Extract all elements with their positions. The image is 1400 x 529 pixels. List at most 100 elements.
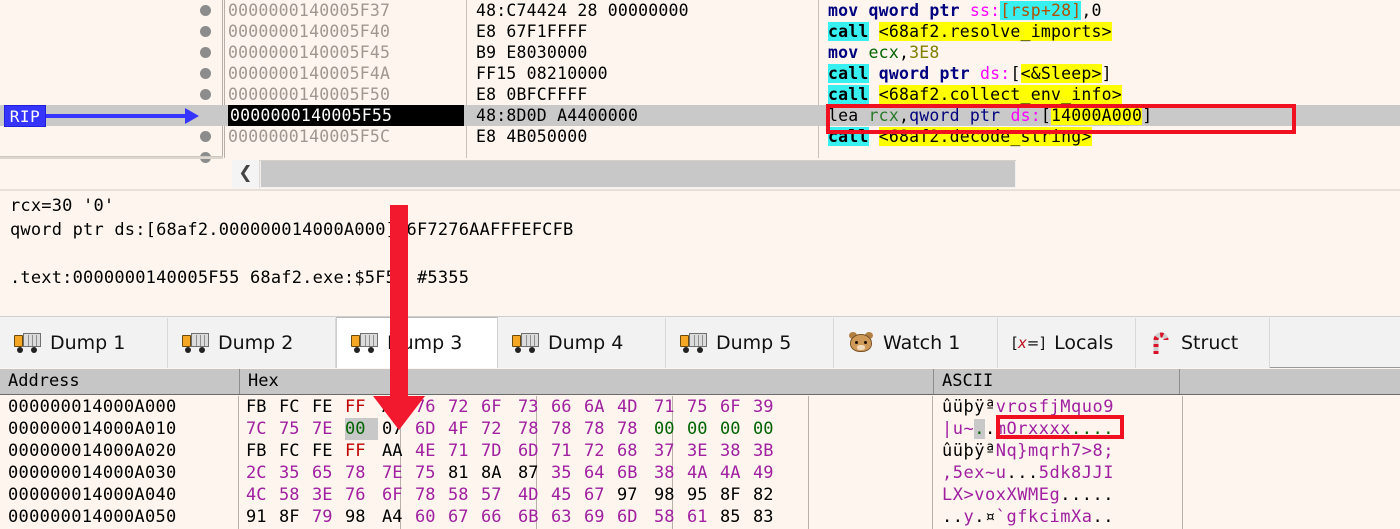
hex-byte[interactable]: 82: [753, 484, 786, 506]
hex-byte[interactable]: 00: [654, 418, 687, 440]
hex-byte[interactable]: 60: [415, 506, 448, 528]
dump-row[interactable]: 000000014000A030 2C 35 65 78 7E 75 81 8A 87 35 64 6B…: [0, 462, 1400, 484]
hex-byte[interactable]: 78: [518, 418, 551, 440]
dump-row[interactable]: 000000014000A020 FB FC FE FF AA 4E 71 7D 6D 71 72 68…: [0, 440, 1400, 462]
hex-byte[interactable]: 00: [753, 418, 786, 440]
tab-dump-4[interactable]: Dump 4: [498, 318, 666, 368]
hex-byte[interactable]: 71: [551, 440, 584, 462]
hex-byte[interactable]: 58: [279, 484, 312, 506]
hex-byte[interactable]: FF: [345, 440, 378, 462]
hex-byte[interactable]: 4D: [518, 484, 551, 506]
dump-row-ascii[interactable]: ûüþÿªNq}mqrh7>8;: [942, 440, 1114, 462]
tab-locals[interactable]: [x=] Locals: [998, 318, 1136, 368]
hex-byte[interactable]: 72: [584, 440, 617, 462]
hex-byte[interactable]: 58: [448, 484, 481, 506]
hex-byte[interactable]: 4E: [415, 440, 448, 462]
dump-row-ascii[interactable]: LX>voxXWMEg.....: [942, 484, 1114, 506]
hex-byte[interactable]: 75: [279, 418, 312, 440]
tab-dump-3[interactable]: Dump 3: [336, 317, 498, 368]
hscrollbar-thumb[interactable]: [261, 161, 1015, 187]
hex-byte[interactable]: 64: [584, 462, 617, 484]
hex-byte[interactable]: 3E: [687, 440, 720, 462]
disassembly-row[interactable]: 0000000140005F4A FF15 08210000 call qword …: [0, 63, 1400, 84]
hex-byte[interactable]: 95: [687, 484, 720, 506]
dump-row-ascii[interactable]: ,5ex~u...5dk8JJI: [942, 462, 1114, 484]
hex-byte[interactable]: 8F: [720, 484, 753, 506]
hex-byte[interactable]: 66: [551, 396, 584, 418]
dump-hex-view[interactable]: 000000014000A000 FB FC FE FF AA 76 72 6F 73 66 6A 4D…: [0, 396, 1400, 529]
hex-byte[interactable]: 7C: [246, 418, 279, 440]
hex-byte[interactable]: 72: [448, 396, 481, 418]
hex-byte[interactable]: 63: [551, 506, 584, 528]
tab-watch-1[interactable]: Watch 1: [834, 318, 998, 368]
hex-byte[interactable]: 97: [617, 484, 650, 506]
hex-byte[interactable]: 6D: [617, 506, 650, 528]
hex-byte[interactable]: AA: [382, 440, 415, 462]
hex-byte[interactable]: 6F: [720, 396, 753, 418]
hex-byte[interactable]: 71: [654, 396, 687, 418]
dump-tabstrip[interactable]: Dump 1 Dump 2 Dump 3 Dump 4 Dump 5 Watch 1 [x=…: [0, 316, 1400, 368]
hex-byte[interactable]: 7E: [382, 462, 415, 484]
disassembly-row[interactable]: 0000000140005F50 E8 0BFCFFFF call <68af2.c…: [0, 84, 1400, 105]
hex-byte[interactable]: 6B: [518, 506, 551, 528]
dump-row[interactable]: 000000014000A040 4C 58 3E 76 6F 78 58 57 4D 45 67 97…: [0, 484, 1400, 506]
hex-byte[interactable]: FB: [246, 396, 279, 418]
hex-byte[interactable]: 79: [312, 506, 345, 528]
hex-byte[interactable]: 75: [415, 462, 448, 484]
dump-row[interactable]: 000000014000A000 FB FC FE FF AA 76 72 6F 73 66 6A 4D…: [0, 396, 1400, 418]
hex-byte[interactable]: 6F: [481, 396, 514, 418]
hex-byte[interactable]: 4A: [720, 462, 753, 484]
disassembly-pane[interactable]: 0000000140005F37 48:C74424 28 00000000 mov…: [0, 0, 1400, 163]
hex-byte[interactable]: 4A: [687, 462, 720, 484]
tab-dump-1[interactable]: Dump 1: [0, 318, 168, 368]
hex-byte[interactable]: A4: [382, 506, 415, 528]
hex-byte[interactable]: 8F: [279, 506, 312, 528]
disassembly-row[interactable]: 0000000140005F40 E8 67F1FFFF call <68af2.r…: [0, 21, 1400, 42]
hex-byte[interactable]: 6A: [584, 396, 617, 418]
tab-dump-5[interactable]: Dump 5: [666, 318, 834, 368]
hex-byte[interactable]: 8A: [481, 462, 514, 484]
hex-byte[interactable]: 2C: [246, 462, 279, 484]
hex-byte[interactable]: 39: [753, 396, 786, 418]
dump-row[interactable]: 000000014000A050 91 8F 79 98 A4 60 67 66 6B 63 69 6D…: [0, 506, 1400, 528]
hex-byte[interactable]: 78: [617, 418, 650, 440]
column-header-address[interactable]: Address: [0, 369, 240, 394]
hex-byte[interactable]: 83: [753, 506, 786, 528]
dump-row-ascii[interactable]: ..y.¤`gfkcimXa..: [942, 506, 1114, 528]
hex-byte[interactable]: 75: [687, 396, 720, 418]
hex-byte[interactable]: 69: [584, 506, 617, 528]
hex-byte[interactable]: 78: [551, 418, 584, 440]
hex-byte[interactable]: 67: [448, 506, 481, 528]
hex-byte[interactable]: 85: [720, 506, 753, 528]
scroll-left-arrow-icon[interactable]: ❮: [232, 160, 260, 188]
hex-byte[interactable]: 61: [687, 506, 720, 528]
hex-byte[interactable]: 78: [415, 484, 448, 506]
hex-byte[interactable]: 57: [481, 484, 514, 506]
hex-byte[interactable]: 3B: [753, 440, 786, 462]
column-header-ascii[interactable]: ASCII: [934, 369, 1180, 394]
hex-byte[interactable]: 78: [345, 462, 378, 484]
hex-byte[interactable]: FB: [246, 440, 279, 462]
hex-byte[interactable]: 87: [518, 462, 551, 484]
hex-byte[interactable]: 98: [345, 506, 378, 528]
hex-byte[interactable]: 49: [753, 462, 786, 484]
hex-byte[interactable]: 45: [551, 484, 584, 506]
hex-byte[interactable]: FC: [279, 396, 312, 418]
hex-byte[interactable]: 73: [518, 396, 551, 418]
hex-byte[interactable]: 65: [312, 462, 345, 484]
hex-byte[interactable]: 35: [551, 462, 584, 484]
hex-byte[interactable]: 00: [720, 418, 753, 440]
hex-byte[interactable]: 7D: [481, 440, 514, 462]
hex-byte[interactable]: 91: [246, 506, 279, 528]
disassembly-row[interactable]: 0000000140005F37 48:C74424 28 00000000 mov…: [0, 0, 1400, 21]
hex-byte[interactable]: 98: [654, 484, 687, 506]
dump-row[interactable]: 000000014000A010 7C 75 7E 00 07 6D 4F 72 78 78 78 78…: [0, 418, 1400, 440]
hex-byte[interactable]: 00: [687, 418, 720, 440]
hex-byte[interactable]: 4C: [246, 484, 279, 506]
hex-byte[interactable]: 67: [584, 484, 617, 506]
tab-dump-2[interactable]: Dump 2: [168, 318, 336, 368]
hex-byte[interactable]: 66: [481, 506, 514, 528]
hex-byte[interactable]: 3E: [312, 484, 345, 506]
hex-byte[interactable]: 38: [720, 440, 753, 462]
hex-byte[interactable]: FE: [312, 440, 345, 462]
